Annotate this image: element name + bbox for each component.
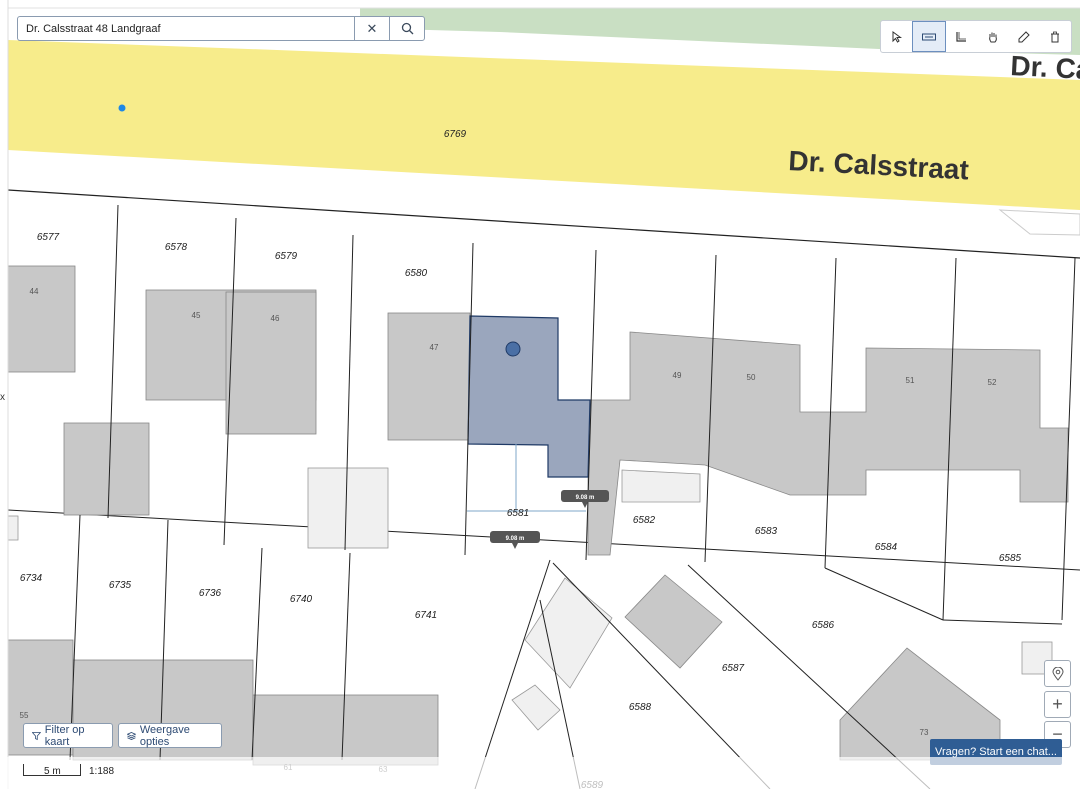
measure-distance-tool-button[interactable] xyxy=(912,21,946,52)
parcel-label: 6579 xyxy=(275,251,298,262)
pointer-tool-button[interactable] xyxy=(881,21,912,52)
house-number: 50 xyxy=(747,373,756,382)
house-number: 49 xyxy=(673,371,682,380)
close-icon: ✕ xyxy=(366,20,378,36)
selected-marker xyxy=(505,341,521,357)
parcel-label: 6577 xyxy=(37,232,60,243)
parcel-label: 6736 xyxy=(199,588,222,599)
parcel-label: 6735 xyxy=(109,580,132,591)
parcel-label: 6581 xyxy=(507,508,529,519)
parcel-label: 6587 xyxy=(722,663,745,674)
parcel-label: 6741 xyxy=(415,610,437,621)
delete-icon xyxy=(1051,31,1060,42)
locate-button[interactable] xyxy=(1044,660,1071,687)
parcel-label: 6734 xyxy=(20,573,43,584)
selected-building[interactable] xyxy=(467,315,591,478)
parcel-label: 6578 xyxy=(165,242,188,253)
parcel-label: 6585 xyxy=(999,553,1022,564)
measure-tooltip-2: 9.08 m xyxy=(490,531,540,549)
location-dot xyxy=(118,104,126,112)
pointer-icon xyxy=(892,30,902,43)
house-number: 55 xyxy=(20,711,29,720)
house-number: 73 xyxy=(920,728,929,737)
measure-area-icon xyxy=(956,31,967,42)
search-button[interactable] xyxy=(389,17,424,40)
measure-distance-icon xyxy=(921,33,936,40)
display-options-button[interactable]: Weergave opties xyxy=(118,723,222,748)
search-icon xyxy=(401,22,413,35)
measure-label-1: 9.08 m xyxy=(576,495,595,501)
measure-area-tool-button[interactable] xyxy=(946,21,977,52)
zoom-in-button[interactable]: + xyxy=(1044,691,1071,718)
filter-map-label: Filter op kaart xyxy=(44,723,85,748)
house-number: 46 xyxy=(271,314,280,323)
scale-ratio: 1:188 xyxy=(89,766,115,777)
parcel-label: 6583 xyxy=(755,526,778,537)
house-number: 45 xyxy=(192,311,201,320)
draw-icon xyxy=(1018,30,1030,42)
parcel-label: 6582 xyxy=(633,515,656,526)
pan-hand-icon xyxy=(988,32,997,42)
house-number: 52 xyxy=(988,378,997,387)
house-number: 51 xyxy=(906,376,915,385)
filter-icon xyxy=(32,731,41,740)
map-canvas[interactable]: 9.08 m 9.08 m Dr. Calsstraat Dr. Ca 6769… xyxy=(0,0,1080,789)
parcel-label: 6740 xyxy=(290,594,313,605)
delete-tool-button[interactable] xyxy=(1040,21,1071,52)
parcel-label: 6586 xyxy=(812,620,835,631)
layers-icon xyxy=(127,731,136,740)
draw-tool-button[interactable] xyxy=(1008,21,1039,52)
street-label-2: Dr. Ca xyxy=(1010,50,1080,85)
filter-map-button[interactable]: Filter op kaart xyxy=(23,723,113,748)
parcel-label: 6584 xyxy=(875,542,898,553)
display-options-label: Weergave opties xyxy=(139,723,190,748)
search-bar: ✕ xyxy=(17,16,425,41)
road-area xyxy=(8,40,1080,210)
map-toolbar xyxy=(880,20,1072,53)
parcel-label: 6580 xyxy=(405,268,428,279)
road-parcel-label: 6769 xyxy=(444,129,467,140)
pan-tool-button[interactable] xyxy=(977,21,1008,52)
house-number: 44 xyxy=(30,287,39,296)
clear-search-button[interactable]: ✕ xyxy=(354,17,389,40)
location-pin-icon xyxy=(1051,666,1064,681)
measure-label-2: 9.08 m xyxy=(506,536,525,542)
edge-mark: x xyxy=(0,392,5,403)
parcel-label: 6588 xyxy=(629,702,652,713)
scale-bar xyxy=(0,757,1080,789)
house-number: 47 xyxy=(430,343,439,352)
plus-icon: + xyxy=(1052,694,1063,714)
scale-distance: 5 m xyxy=(44,766,61,777)
search-input[interactable] xyxy=(18,17,354,40)
